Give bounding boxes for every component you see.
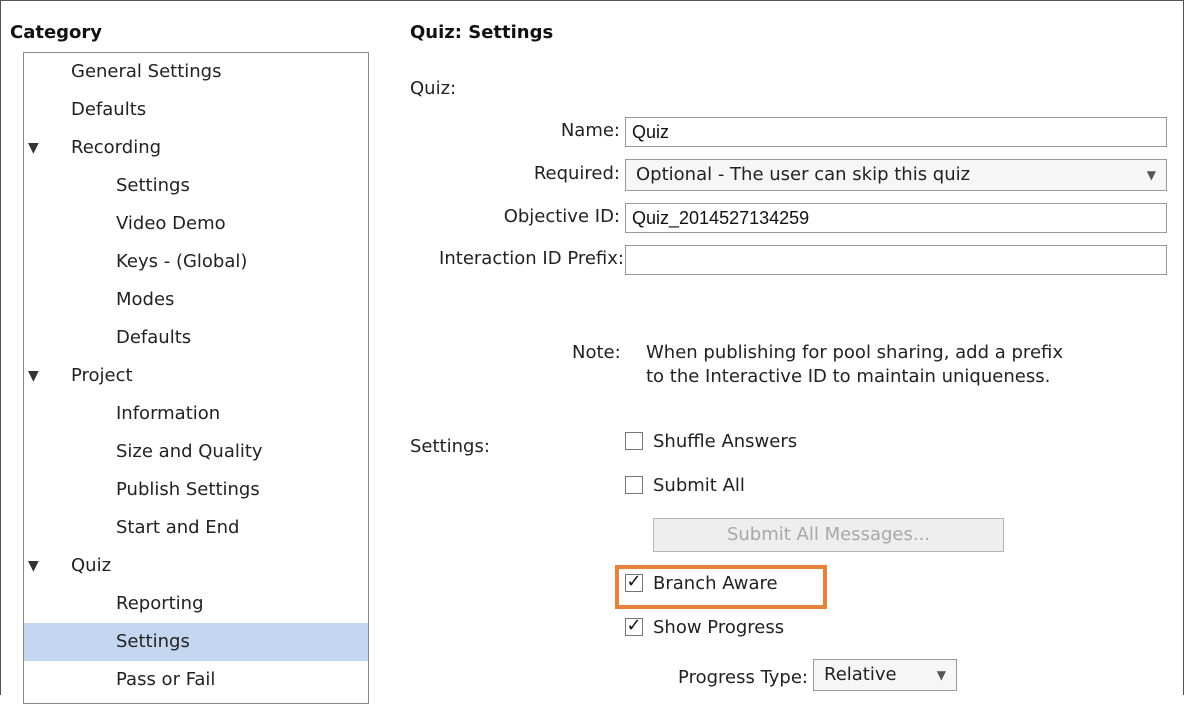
tree-item-label: Quiz [71,555,112,576]
objective-id-label: Objective ID: [503,206,620,227]
tree-item-defaults[interactable]: Defaults [24,91,368,129]
tree-item-label: Defaults [116,327,192,348]
tree-item-pass-or-fail[interactable]: Pass or Fail [24,661,368,699]
branch-aware-label: Branch Aware [653,573,778,594]
note-label: Note: [572,342,621,363]
expand-arrow-icon[interactable]: ▼ [28,357,42,395]
shuffle-answers-label: Shuffle Answers [653,431,798,452]
tree-item-label: Settings [116,631,190,652]
objective-id-input[interactable]: Quiz_2014527134259 [625,203,1167,233]
submit-all-messages-button[interactable]: Submit All Messages... [653,518,1004,552]
tree-item-label: General Settings [71,61,222,82]
tree-item-label: Settings [116,175,190,196]
tree-item-quiz-settings[interactable]: Settings [24,623,368,661]
tree-item-publish-settings[interactable]: Publish Settings [24,471,368,509]
expand-arrow-icon[interactable]: ▼ [28,129,42,167]
expand-arrow-icon[interactable]: ▼ [28,547,42,585]
tree-item-label: Recording [71,137,162,158]
tree-item-label: Project [71,365,133,386]
note-line-1: When publishing for pool sharing, add a … [646,342,1064,363]
quiz-section-label: Quiz: [410,78,457,99]
required-select[interactable]: Optional - The user can skip this quiz ▼ [625,159,1167,191]
required-label: Required: [533,163,620,184]
tree-item-quiz[interactable]: ▼ Quiz [24,547,368,585]
progress-type-select[interactable]: Relative ▼ [813,659,957,691]
interaction-id-prefix-label: Interaction ID Prefix: [439,248,624,269]
tree-item-label: Pass or Fail [116,669,216,690]
tree-item-recording-defaults[interactable]: Defaults [24,319,368,357]
tree-item-label: Defaults [71,99,147,120]
tree-item-modes[interactable]: Modes [24,281,368,319]
tree-item-label: Keys - (Global) [116,251,248,272]
tree-item-label: Size and Quality [116,441,263,462]
interaction-id-prefix-input[interactable] [625,245,1167,275]
submit-all-label: Submit All [653,475,745,496]
tree-item-start-and-end[interactable]: Start and End [24,509,368,547]
tree-item-size-and-quality[interactable]: Size and Quality [24,433,368,471]
checkbox-box[interactable] [625,476,643,494]
tree-item-recording[interactable]: ▼ Recording [24,129,368,167]
tree-item-video-demo[interactable]: Video Demo [24,205,368,243]
tree-item-reporting[interactable]: Reporting [24,585,368,623]
name-input[interactable]: Quiz [625,117,1167,147]
tree-item-project[interactable]: ▼ Project [24,357,368,395]
note-line-2: to the Interactive ID to maintain unique… [646,366,1051,387]
name-label: Name: [560,120,620,141]
tree-item-label: Information [116,403,221,424]
tree-item-recording-settings[interactable]: Settings [24,167,368,205]
settings-label: Settings: [410,436,490,457]
checkmark-icon[interactable]: ✓ [625,573,643,592]
tree-item-label: Reporting [116,593,204,614]
category-header: Category [10,22,103,43]
tree-item-keys-global[interactable]: Keys - (Global) [24,243,368,281]
tree-item-label: Start and End [116,517,240,538]
show-progress-label: Show Progress [653,617,785,638]
note-text: When publishing for pool sharing, add a … [646,341,1146,389]
progress-type-value: Relative [824,664,897,685]
tree-item-label: Video Demo [116,213,226,234]
checkbox-box[interactable] [625,432,643,450]
required-select-value: Optional - The user can skip this quiz [636,164,971,185]
progress-type-label: Progress Type: [678,667,808,688]
tree-item-general-settings[interactable]: General Settings [24,53,368,91]
tree-item-label: Publish Settings [116,479,260,500]
page-title: Quiz: Settings [410,22,554,43]
note: Note: When publishing for pool sharing, … [572,341,1063,387]
chevron-down-icon: ▼ [936,668,946,682]
tree-item-label: Modes [116,289,175,310]
checkmark-icon[interactable]: ✓ [625,617,643,636]
category-tree: General Settings Defaults ▼ Recording Se… [23,52,369,704]
tree-item-information[interactable]: Information [24,395,368,433]
chevron-down-icon: ▼ [1146,168,1156,182]
